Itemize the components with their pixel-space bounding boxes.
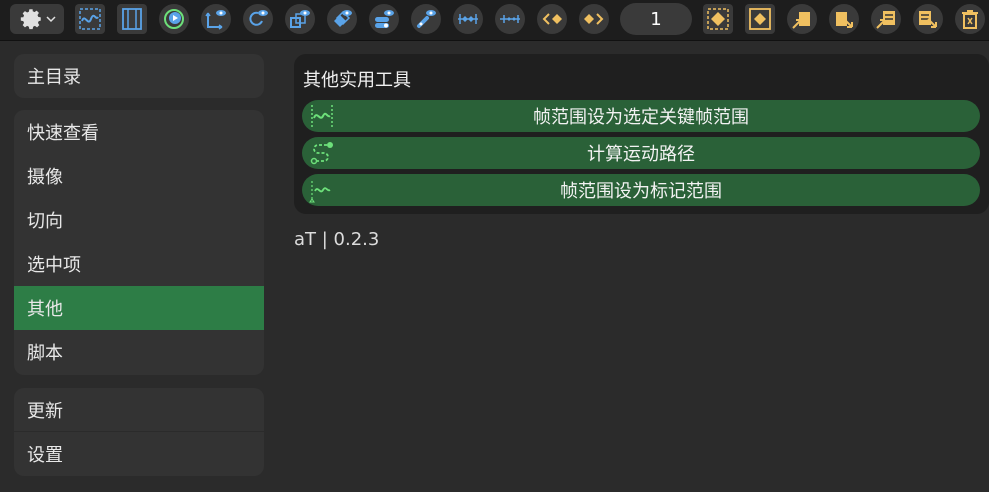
axis-view-button[interactable] — [201, 4, 231, 34]
settings-menu-button[interactable] — [10, 4, 64, 34]
link-view-button[interactable] — [411, 4, 441, 34]
frame-range-icon — [122, 8, 142, 30]
nav-item-other[interactable]: 其他 — [14, 286, 264, 330]
link-view-icon — [417, 10, 436, 28]
scale-view-icon — [290, 10, 310, 28]
set-range-to-markers-button[interactable]: 帧范围设为标记范围 — [302, 174, 980, 206]
rotate-view-icon — [249, 10, 268, 26]
marker-range-icon — [309, 181, 331, 203]
nav-item-script[interactable]: 脚本 — [14, 330, 264, 374]
button-label: 帧范围设为选定关键帧范围 — [533, 107, 749, 128]
play-cycle-icon — [164, 9, 184, 29]
key-spread-icon — [458, 14, 478, 24]
axis-view-icon — [205, 10, 226, 30]
rotate-view-button[interactable] — [243, 4, 273, 34]
key-right-icon — [584, 13, 604, 25]
select-all-keys-button[interactable] — [703, 4, 733, 34]
version-label: aT | 0.2.3 — [294, 229, 380, 250]
copy-view-button[interactable] — [327, 4, 357, 34]
toggle-view-icon — [375, 10, 394, 28]
copy-anim-button[interactable] — [871, 4, 901, 34]
delete-button[interactable] — [955, 4, 985, 34]
motion-path-icon — [310, 142, 333, 165]
scale-view-button[interactable] — [285, 4, 315, 34]
nav-item-quick-view[interactable]: 快速查看 — [14, 110, 264, 154]
nav-item-selection[interactable]: 选中项 — [14, 242, 264, 286]
copy-view-icon — [334, 10, 352, 27]
chevron-down-icon — [46, 16, 56, 23]
copy-key-icon — [792, 12, 810, 29]
select-all-keys-icon — [707, 8, 729, 30]
gear-icon — [20, 9, 41, 30]
select-key-icon — [749, 8, 771, 30]
key-compress-button[interactable] — [495, 4, 525, 34]
nav-item-settings[interactable]: 设置 — [14, 432, 264, 476]
play-cycle-button[interactable] — [159, 4, 189, 34]
paste-key-icon — [836, 12, 853, 28]
nav-item-camera[interactable]: 摄像 — [14, 154, 264, 198]
key-compress-icon — [500, 15, 520, 23]
wave-range-icon — [311, 105, 333, 127]
key-left-icon — [542, 13, 562, 25]
frame-range-button[interactable] — [117, 4, 147, 34]
paste-key-button[interactable] — [829, 4, 859, 34]
key-right-button[interactable] — [579, 4, 609, 34]
button-label: 计算运动路径 — [587, 144, 695, 165]
button-label: 帧范围设为标记范围 — [560, 181, 722, 202]
nav-main-menu[interactable]: 主目录 — [14, 54, 264, 98]
select-key-button[interactable] — [745, 4, 775, 34]
nav-item-update[interactable]: 更新 — [14, 388, 264, 432]
paste-anim-button[interactable] — [913, 4, 943, 34]
nav-item-tangent[interactable]: 切向 — [14, 198, 264, 242]
graph-editor-button[interactable] — [75, 4, 105, 34]
section-title: 其他实用工具 — [303, 70, 411, 91]
paste-anim-icon — [919, 11, 937, 28]
set-range-to-selected-keys-button[interactable]: 帧范围设为选定关键帧范围 — [302, 100, 980, 132]
copy-key-button[interactable] — [787, 4, 817, 34]
delete-icon — [962, 10, 978, 29]
key-spread-button[interactable] — [453, 4, 483, 34]
graph-editor-icon — [79, 8, 101, 30]
toggle-view-button[interactable] — [369, 4, 399, 34]
copy-anim-icon — [876, 11, 895, 29]
current-frame-field[interactable]: 1 — [620, 3, 692, 35]
calc-motion-path-button[interactable]: 计算运动路径 — [302, 137, 980, 169]
key-left-button[interactable] — [537, 4, 567, 34]
toolbar: 1 — [0, 0, 989, 41]
